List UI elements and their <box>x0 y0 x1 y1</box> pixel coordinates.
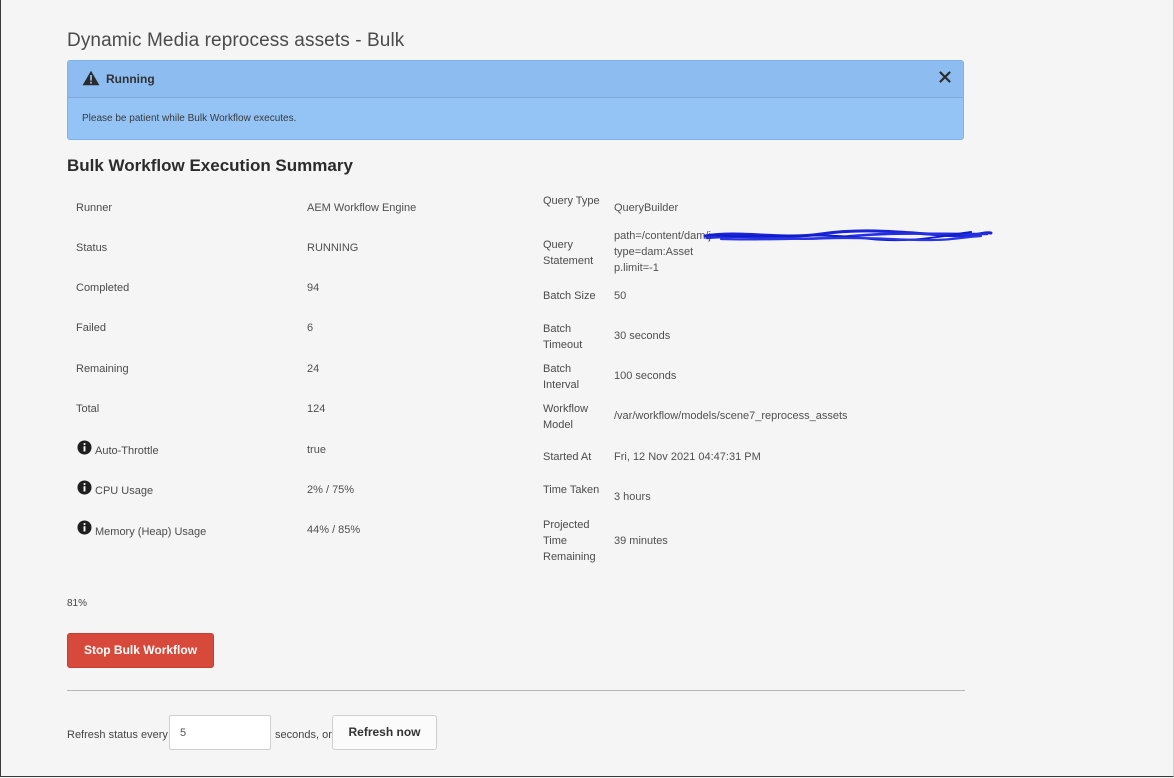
page-frame: Dynamic Media reprocess assets - Bulk Ru… <box>0 0 1174 777</box>
info-icon[interactable] <box>77 440 92 455</box>
status-value: RUNNING <box>307 242 359 254</box>
projected-time-remaining-label: Projected Time Remaining <box>543 519 596 563</box>
failed-value: 6 <box>307 322 314 334</box>
total-value: 124 <box>307 403 326 415</box>
batch-timeout-label: Batch Timeout <box>543 323 583 351</box>
completed-value: 94 <box>307 282 320 294</box>
alert-header: Running <box>68 61 963 98</box>
query-type-label: Query Type <box>543 195 600 207</box>
workflow-model-label: Workflow Model <box>543 403 589 431</box>
status-alert: Running Please be patient while Bulk Wor… <box>67 60 964 140</box>
cpu-usage-value: 2% / 75% <box>307 484 355 496</box>
runner-label: Runner <box>76 202 113 214</box>
query-statement-line-1: path=/content/dam/j <box>614 230 711 242</box>
close-icon[interactable] <box>937 68 953 86</box>
memory-usage-label: Memory (Heap) Usage <box>95 526 207 538</box>
progress-percent: 81% <box>67 598 88 609</box>
batch-interval-value: 100 seconds <box>614 370 677 382</box>
batch-size-label: Batch Size <box>543 290 596 302</box>
alert-title: Running <box>106 72 155 86</box>
auto-throttle-label: Auto-Throttle <box>95 445 159 457</box>
auto-throttle-value: true <box>307 444 326 456</box>
info-icon[interactable] <box>77 480 92 495</box>
cpu-usage-label: CPU Usage <box>95 485 154 497</box>
batch-timeout-value: 30 seconds <box>614 330 671 342</box>
query-statement-line-3: p.limit=-1 <box>614 262 659 274</box>
completed-label: Completed <box>76 282 130 294</box>
refresh-label: Refresh status every <box>67 729 168 741</box>
refresh-now-button[interactable]: Refresh now <box>332 715 437 750</box>
refresh-suffix-label: seconds, or <box>275 729 332 741</box>
redaction-scribble <box>703 229 993 242</box>
time-taken-value: 3 hours <box>614 491 651 503</box>
alert-message: Please be patient while Bulk Workflow ex… <box>82 113 297 124</box>
batch-size-value: 50 <box>614 290 627 302</box>
refresh-interval-input[interactable] <box>169 715 271 750</box>
started-at-value: Fri, 12 Nov 2021 04:47:31 PM <box>614 451 761 463</box>
projected-time-remaining-value: 39 minutes <box>614 535 668 547</box>
remaining-value: 24 <box>307 363 320 375</box>
runner-value: AEM Workflow Engine <box>307 202 417 214</box>
started-at-label: Started At <box>543 451 592 463</box>
remaining-label: Remaining <box>76 363 129 375</box>
query-type-value: QueryBuilder <box>614 202 679 214</box>
batch-interval-label: Batch Interval <box>543 363 580 391</box>
divider <box>67 690 965 691</box>
summary-title: Bulk Workflow Execution Summary <box>67 156 353 175</box>
stop-bulk-workflow-button[interactable]: Stop Bulk Workflow <box>67 633 214 668</box>
query-statement-line-2: type=dam:Asset <box>614 246 694 258</box>
workflow-model-value: /var/workflow/models/scene7_reprocess_as… <box>614 410 848 422</box>
status-label: Status <box>76 242 108 254</box>
memory-usage-value: 44% / 85% <box>307 524 361 536</box>
info-icon[interactable] <box>77 520 92 535</box>
failed-label: Failed <box>76 322 106 334</box>
time-taken-label: Time Taken <box>543 484 600 496</box>
warning-icon <box>82 70 100 86</box>
query-statement-label: Query Statement <box>543 239 594 267</box>
page-title: Dynamic Media reprocess assets - Bulk <box>67 30 405 51</box>
total-label: Total <box>76 403 100 415</box>
